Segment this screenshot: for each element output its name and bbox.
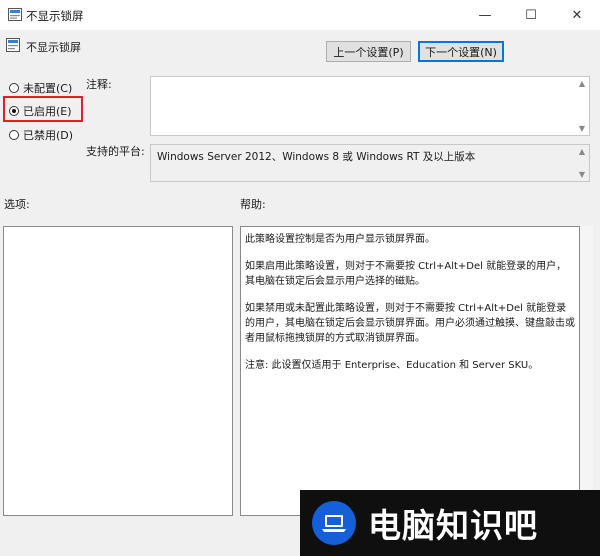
- scroll-up-icon[interactable]: ▲: [576, 147, 588, 156]
- maximize-button[interactable]: ☐: [508, 0, 554, 30]
- help-scrollbar[interactable]: [580, 226, 593, 516]
- previous-setting-button[interactable]: 上一个设置(P): [326, 41, 411, 62]
- policy-name: 不显示锁屏: [26, 41, 81, 54]
- radio-disabled-circle[interactable]: [9, 130, 19, 140]
- maximize-icon: ☐: [525, 7, 537, 23]
- next-setting-button[interactable]: 下一个设置(N): [418, 41, 504, 62]
- laptop-icon: [312, 501, 356, 545]
- radio-not-configured[interactable]: 未配置(C): [9, 80, 72, 96]
- help-label: 帮助:: [240, 198, 266, 211]
- enabled-highlight-box: [3, 96, 83, 122]
- watermark-text: 电脑知识吧: [368, 506, 538, 545]
- scroll-down-icon[interactable]: ▼: [576, 170, 588, 179]
- options-label: 选项:: [4, 198, 30, 211]
- title-bar: 不显示锁屏 — ☐ ✕: [0, 0, 600, 30]
- policy-icon: [6, 38, 20, 52]
- help-paragraph: 注意: 此设置仅适用于 Enterprise、Education 和 Serve…: [245, 360, 539, 371]
- watermark-banner: 电脑知识吧: [300, 490, 600, 556]
- help-pane: 此策略设置控制是否为用户显示锁屏界面。 如果启用此策略设置，则对于不需要按 Ct…: [240, 226, 580, 516]
- options-pane: [3, 226, 233, 516]
- radio-disabled-label: 已禁用(D): [23, 129, 74, 142]
- close-icon: ✕: [571, 7, 583, 23]
- help-paragraph: 如果禁用或未配置此策略设置，则对于不需要按 Ctrl+Alt+Del 就能登录的…: [245, 303, 575, 344]
- supported-on-field: Windows Server 2012、Windows 8 或 Windows …: [150, 144, 590, 182]
- comment-label: 注释:: [86, 78, 112, 91]
- close-button[interactable]: ✕: [554, 0, 600, 30]
- scroll-down-icon[interactable]: ▼: [576, 124, 588, 133]
- radio-disabled[interactable]: 已禁用(D): [9, 127, 73, 143]
- help-paragraph: 此策略设置控制是否为用户显示锁屏界面。: [245, 234, 435, 245]
- help-paragraph: 如果启用此策略设置，则对于不需要按 Ctrl+Alt+Del 就能登录的用户，其…: [245, 261, 567, 287]
- window-title: 不显示锁屏: [26, 9, 84, 23]
- scroll-up-icon[interactable]: ▲: [576, 79, 588, 88]
- minimize-button[interactable]: —: [462, 0, 508, 30]
- minimize-icon: —: [478, 7, 492, 23]
- supported-on-label: 支持的平台:: [86, 145, 145, 158]
- supported-on-value: Windows Server 2012、Windows 8 或 Windows …: [157, 151, 476, 163]
- radio-not-configured-label: 未配置(C): [23, 82, 73, 95]
- radio-not-configured-circle[interactable]: [9, 83, 19, 93]
- comment-textarea[interactable]: ▲ ▼: [150, 76, 590, 136]
- policy-window-icon: [8, 8, 22, 21]
